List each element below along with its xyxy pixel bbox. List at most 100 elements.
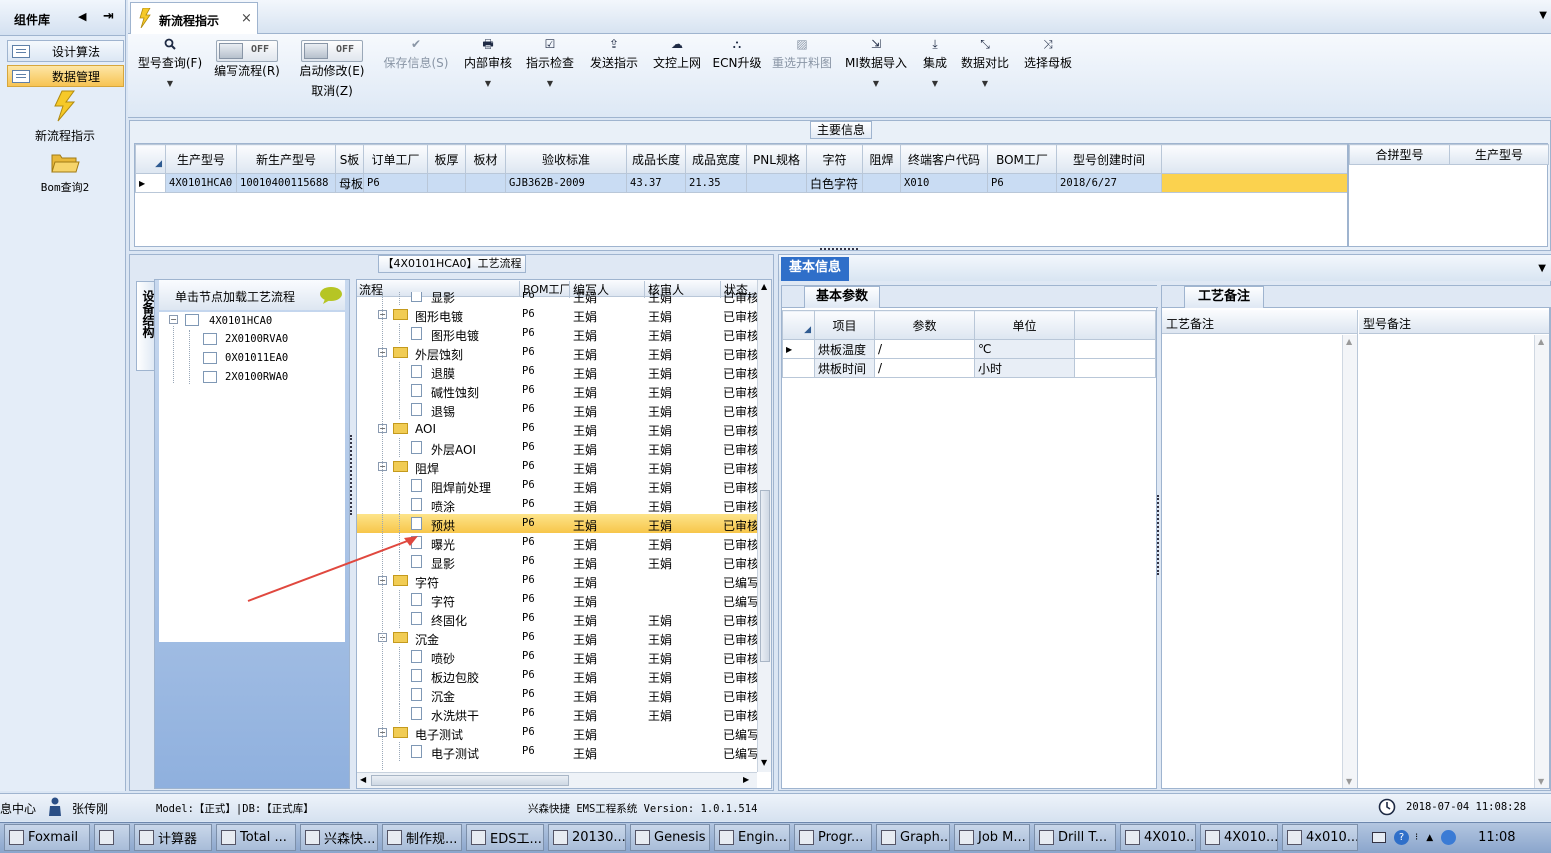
taskbar-button[interactable]: Graph...: [876, 824, 950, 851]
taskbar-button[interactable]: EDS工...: [466, 824, 544, 851]
process-step-row[interactable]: 沉金 P6 王娟 王娟 已审核: [357, 685, 757, 704]
column-header[interactable]: 订单工厂: [363, 144, 428, 174]
column-header[interactable]: 板厚: [427, 144, 466, 174]
help-icon[interactable]: ?: [1394, 830, 1409, 845]
param-cell[interactable]: /: [874, 339, 975, 359]
column-header[interactable]: 参数: [874, 310, 975, 340]
process-step-row[interactable]: 碱性蚀刻 P6 王娟 王娟 已审核: [357, 381, 757, 400]
taskbar-button[interactable]: 计算器: [134, 824, 212, 851]
mi-import-button[interactable]: ⇲ MI数据导入 ▼: [844, 34, 908, 118]
taskbar-button[interactable]: 4x010...: [1282, 824, 1358, 851]
network-icon[interactable]: [1441, 830, 1457, 845]
table-row[interactable]: ▶ 4X0101HCA0 10010400115688 母板 P6 GJB362B-200…: [135, 173, 1347, 193]
data-compare-button[interactable]: ⤡ 数据对比 ▼: [960, 34, 1010, 118]
process-step-row[interactable]: − 沉金 P6 王娟 王娟 已审核: [357, 628, 757, 647]
column-header[interactable]: S板: [335, 144, 364, 174]
column-header[interactable]: PNL规格: [746, 144, 807, 174]
pin-right-icon[interactable]: ⇥: [103, 9, 114, 24]
cancel-edit-button[interactable]: 取消(Z): [296, 82, 368, 99]
process-step-row[interactable]: 电子测试 P6 王娟 已编写: [357, 742, 757, 761]
column-header[interactable]: 终端客户代码: [900, 144, 988, 174]
taskbar-button[interactable]: Drill T...: [1034, 824, 1116, 851]
vertical-scrollbar[interactable]: ▲ ▼: [1534, 335, 1549, 788]
keyboard-icon[interactable]: [1372, 832, 1386, 843]
ecn-upgrade-button[interactable]: ⛬ ECN升级: [712, 34, 762, 118]
column-header[interactable]: BOM工厂: [987, 144, 1057, 174]
process-step-row[interactable]: − 电子测试 P6 王娟 已编写: [357, 723, 757, 742]
sidebar-item-data-management[interactable]: 数据管理: [7, 65, 124, 87]
tray-menu-icon[interactable]: ⁝: [1415, 832, 1418, 843]
tree-node[interactable]: 2X0100RWA0: [225, 371, 288, 383]
taskbar-button[interactable]: Progr...: [794, 824, 872, 851]
dropdown-arrow-icon[interactable]: ▼: [918, 79, 952, 88]
vertical-scrollbar[interactable]: ▲ ▼: [1342, 335, 1357, 788]
vertical-scrollbar[interactable]: ▲ ▼: [757, 280, 771, 772]
column-header[interactable]: 板材: [465, 144, 506, 174]
start-edit-toggle[interactable]: OFF 启动修改(E) 取消(Z): [296, 34, 368, 118]
tab-new-flow[interactable]: 新流程指示 ×: [130, 2, 258, 34]
process-step-row[interactable]: 阻焊前处理 P6 王娟 王娟 已审核: [357, 476, 757, 495]
dropdown-arrow-icon[interactable]: ▼: [960, 79, 1010, 88]
process-step-row[interactable]: 退膜 P6 王娟 王娟 已审核: [357, 362, 757, 381]
edit-flow-toggle[interactable]: OFF 编写流程(R): [212, 34, 282, 118]
scroll-up-icon[interactable]: ▲: [761, 282, 767, 291]
basic-info-tab[interactable]: 基本信息: [781, 257, 849, 281]
table-row[interactable]: 烘板时间 / 小时: [782, 358, 1156, 378]
collapse-node-icon[interactable]: −: [169, 315, 178, 324]
process-step-row[interactable]: 喷涂 P6 王娟 王娟 已审核: [357, 495, 757, 514]
scroll-up-icon[interactable]: ▲: [1538, 337, 1544, 346]
column-header[interactable]: 阻焊: [862, 144, 901, 174]
taskbar-button[interactable]: [94, 824, 130, 851]
column-header[interactable]: 成品长度: [626, 144, 686, 174]
taskbar-button[interactable]: 20130...: [548, 824, 626, 851]
process-step-row[interactable]: − 图形电镀 P6 王娟 王娟 已审核: [357, 305, 757, 324]
process-step-row[interactable]: − 外层蚀刻 P6 王娟 王娟 已审核: [357, 343, 757, 362]
tab-process-notes[interactable]: 工艺备注: [1184, 286, 1264, 308]
taskbar-button[interactable]: Engin...: [714, 824, 790, 851]
column-header[interactable]: 验收标准: [505, 144, 627, 174]
tree-node-root[interactable]: 4X0101HCA0: [209, 315, 272, 327]
taskbar-button[interactable]: 4X010...: [1200, 824, 1278, 851]
scroll-down-icon[interactable]: ▼: [1346, 777, 1352, 786]
launch-bom-query[interactable]: Bom查询2: [30, 150, 100, 195]
reselect-cut-image-button[interactable]: ▨ 重选开料图: [770, 34, 834, 118]
model-notes-box[interactable]: 型号备注 ▲ ▼: [1359, 310, 1549, 788]
tab-basic-params[interactable]: 基本参数: [804, 286, 880, 308]
tab-close-icon[interactable]: ×: [241, 11, 252, 26]
integrate-button[interactable]: ⤓ 集成 ▼: [918, 34, 952, 118]
dropdown-arrow-icon[interactable]: ▼: [134, 79, 206, 88]
tree-node[interactable]: 0X01011EA0: [225, 352, 288, 364]
column-header[interactable]: 成品宽度: [685, 144, 747, 174]
table-row[interactable]: ▶ 烘板温度 / ℃: [782, 339, 1156, 359]
process-step-row[interactable]: 图形电镀 P6 王娟 王娟 已审核: [357, 324, 757, 343]
show-hidden-icons-icon[interactable]: ▲: [1426, 833, 1433, 843]
taskbar-button[interactable]: Foxmail: [4, 824, 90, 851]
process-step-row[interactable]: 喷砂 P6 王娟 王娟 已审核: [357, 647, 757, 666]
splitter-grip[interactable]: [350, 435, 354, 515]
launch-new-flow[interactable]: 新流程指示: [30, 90, 100, 144]
toggle-switch[interactable]: OFF: [216, 40, 278, 62]
model-query-button[interactable]: 型号查询(F) ▼: [134, 34, 206, 118]
internal-review-button[interactable]: 🖶 内部审核 ▼: [462, 34, 514, 118]
param-cell[interactable]: /: [874, 358, 975, 378]
taskbar-clock[interactable]: 11:08: [1478, 830, 1515, 845]
message-center-label[interactable]: 息中心: [0, 800, 36, 817]
tree-node[interactable]: 2X0100RVA0: [225, 333, 288, 345]
process-step-row[interactable]: 显影 P6 王娟 王娟 已审核: [357, 292, 757, 305]
save-info-button[interactable]: ✔ 保存信息(S): [380, 34, 452, 118]
panel-dropdown-icon[interactable]: ▼: [1538, 263, 1546, 274]
dropdown-arrow-icon[interactable]: ▼: [524, 79, 576, 88]
process-notes-box[interactable]: 工艺备注 ▲ ▼: [1162, 310, 1358, 788]
tab-dropdown-icon[interactable]: ▼: [1539, 10, 1547, 21]
scroll-down-icon[interactable]: ▼: [1538, 777, 1544, 786]
column-header[interactable]: 合拼型号: [1349, 144, 1450, 165]
doc-online-button[interactable]: ☁ 文控上网: [651, 34, 703, 118]
scroll-right-icon[interactable]: ▶: [743, 775, 749, 784]
instruction-check-button[interactable]: ☑ 指示检查 ▼: [524, 34, 576, 118]
splitter-grip[interactable]: [820, 248, 858, 251]
taskbar-button[interactable]: Total ...: [216, 824, 296, 851]
taskbar-button[interactable]: 兴森快...: [300, 824, 378, 851]
process-step-row[interactable]: 水洗烘干 P6 王娟 王娟 已审核: [357, 704, 757, 723]
process-step-row[interactable]: 终固化 P6 王娟 王娟 已审核: [357, 609, 757, 628]
sidebar-item-design-algorithm[interactable]: 设计算法: [7, 40, 124, 62]
